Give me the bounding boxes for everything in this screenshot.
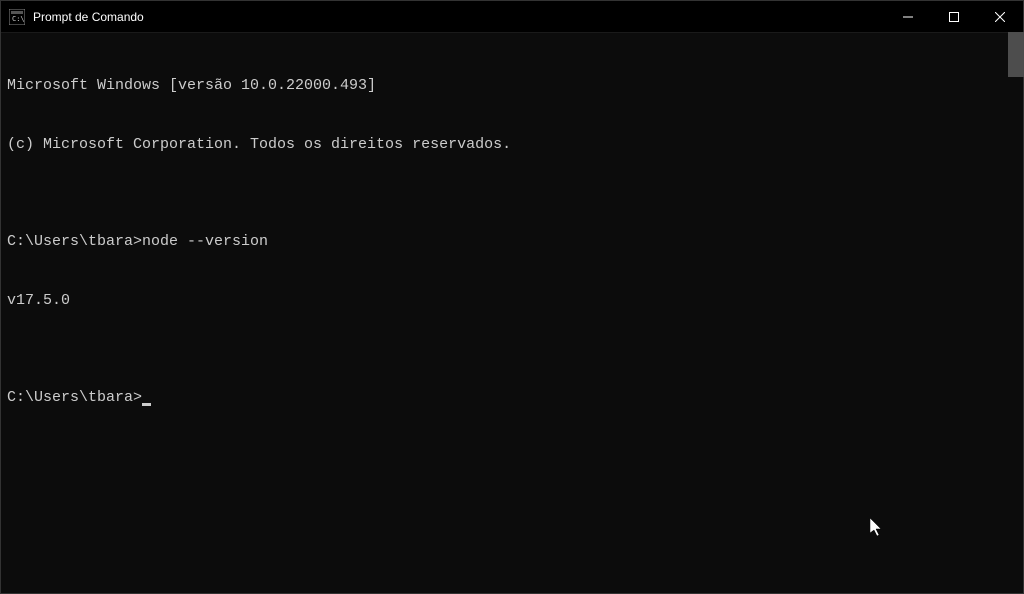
- terminal-line: C:\Users\tbara>: [7, 388, 1017, 408]
- titlebar[interactable]: C:\ Prompt de Comando: [1, 1, 1023, 33]
- close-button[interactable]: [977, 1, 1023, 32]
- command-text: node --version: [142, 233, 268, 250]
- prompt-path: C:\Users\tbara>: [7, 233, 142, 250]
- minimize-button[interactable]: [885, 1, 931, 32]
- terminal-output[interactable]: Microsoft Windows [versão 10.0.22000.493…: [1, 33, 1023, 593]
- terminal-line: v17.5.0: [7, 291, 1017, 311]
- prompt-path: C:\Users\tbara>: [7, 389, 142, 406]
- maximize-button[interactable]: [931, 1, 977, 32]
- cursor: [142, 403, 151, 406]
- cmd-icon: C:\: [9, 9, 25, 25]
- terminal-line: (c) Microsoft Corporation. Todos os dire…: [7, 135, 1017, 155]
- terminal-line: C:\Users\tbara>node --version: [7, 232, 1017, 252]
- command-prompt-window: C:\ Prompt de Comando M: [0, 0, 1024, 594]
- window-controls: [885, 1, 1023, 32]
- scrollbar-thumb[interactable]: [1008, 32, 1024, 77]
- window-title: Prompt de Comando: [33, 10, 885, 24]
- terminal-line: Microsoft Windows [versão 10.0.22000.493…: [7, 76, 1017, 96]
- svg-text:C:\: C:\: [12, 15, 25, 23]
